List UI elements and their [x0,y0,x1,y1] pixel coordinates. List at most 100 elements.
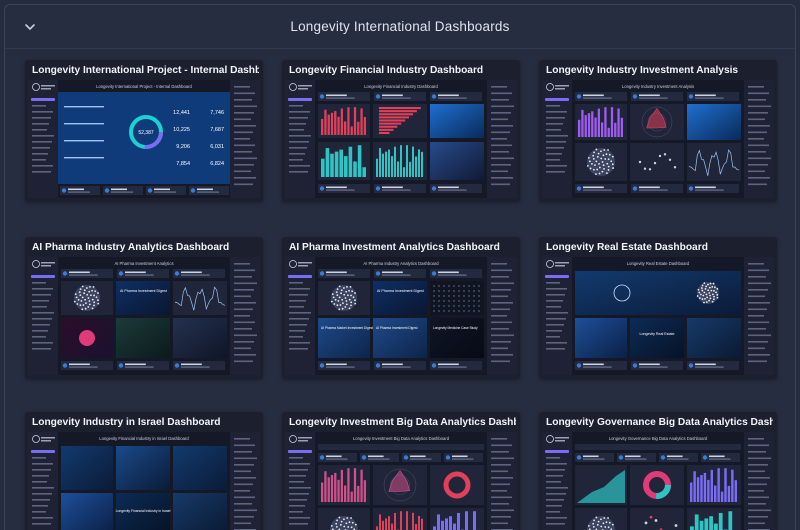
donut-card [430,465,484,505]
dashboard-card[interactable]: Longevity Financial Industry Dashboard Lo… [282,60,520,202]
grid-dot [458,305,460,307]
kpi-box [631,184,683,193]
rightbar-item [491,282,514,285]
rightbar-item [234,105,257,108]
digest-panel [373,318,427,358]
dashboard-thumbnail[interactable]: Longevity Financial Industry Dashboard [285,80,517,198]
kpi-icon [118,271,124,276]
dashboard-thumbnail[interactable]: AI Pharma Investment Analytics AI Pharma … [28,257,260,375]
sidebar-item [289,282,303,284]
globe-dot [600,157,603,160]
dashboard-card[interactable]: Longevity Real Estate Dashboard Longevity… [539,237,777,379]
sidebar-active-item [545,275,569,278]
sidebar-item [289,153,305,155]
dashboard-card[interactable]: Longevity International Project - Intern… [25,60,263,202]
dashboard-card[interactable]: Longevity Investment Big Data Analytics … [282,412,520,530]
rightbar-item [748,308,767,311]
globe-dot [93,304,95,307]
bar [418,149,420,177]
dashboard-thumbnail[interactable]: Longevity International Project - Intern… [28,80,260,198]
dashboard-thumbnail[interactable]: Longevity Governance Big Data Analytics … [542,432,774,530]
grid-dot [473,305,475,307]
kpi-text [382,94,403,97]
rightbar-item [748,170,765,173]
sidebar-item [546,330,562,332]
rightbar-item [748,464,768,466]
bar [421,518,423,530]
dashboard-thumbnail[interactable]: AI Pharma Industry Analytics Dashboard AI… [285,257,517,375]
bar [441,520,444,530]
kpi-icon [702,455,708,460]
globe-dot [601,161,604,163]
kpi-text [326,455,342,458]
kpi-icon [174,363,180,368]
israel-title: Longevity Financial Industry in Israel [116,509,171,513]
bar [465,511,468,530]
kpi-box [318,92,370,101]
bar [330,112,334,135]
dashboard-thumbnail[interactable]: Longevity Real Estate Dashboard Longevity… [542,257,774,375]
globe-dot [347,294,349,297]
rightbar-item [234,360,253,363]
grid-dot [458,310,460,312]
kpi-text [438,274,467,276]
globe-dot [596,168,599,171]
bar [406,511,408,530]
rightbar-item [748,92,769,95]
rightbar-item [748,86,764,88]
globe-dot [348,307,351,310]
globe-dot [97,292,99,294]
kpi-text [438,97,467,99]
rightbar-item [491,92,512,95]
kpi-box [318,269,370,278]
bar [699,520,704,530]
dashboard-card[interactable]: Longevity Governance Big Data Analytics … [539,412,777,530]
globe-dot [588,160,591,163]
sidebar-item [32,330,48,332]
rightbar-item [234,170,251,173]
kpi-value: 12,441 [173,110,190,116]
kpi-icon [104,188,110,193]
grid-dot [448,310,450,312]
kpi-icon [576,94,582,99]
rightbar-item [234,341,254,343]
dashboard-thumbnail[interactable]: Longevity Financial Industry in Israel D… [28,432,260,530]
bar [693,471,696,502]
rightbar-item [491,131,510,134]
bar [594,117,597,137]
kpi-text [410,458,432,460]
kpi-text [695,366,724,368]
grid-dot [448,290,450,292]
kpi-text [181,363,202,366]
thumb-sidebar [285,80,315,198]
bar [363,480,366,502]
rightbar-item [234,347,251,350]
bar [587,113,591,137]
globe-dot [607,158,610,161]
globe-dot [607,517,609,519]
sidebar-item [289,318,309,320]
globe-dot [594,173,597,176]
globe-dot [343,518,345,521]
map-panel [116,446,170,490]
dashboard-card[interactable]: Longevity Industry Investment Analysis Lo… [539,60,777,202]
sidebar-item [546,342,567,344]
case-study-panel [430,318,484,358]
globe-dot [332,296,335,299]
rightbar-item [748,302,770,304]
dashboard-thumbnail[interactable]: Longevity Industry Investment Analysis [542,80,774,198]
thumb-sidebar [542,257,572,375]
dashboard-card[interactable]: AI Pharma Industry Analytics Dashboard AI… [25,237,263,379]
dashboard-card[interactable]: Longevity Industry in Israel Dashboard Lo… [25,412,263,530]
globe-dot [595,160,598,163]
grid-dot [443,300,445,302]
bar [591,111,594,137]
grid-dot [438,300,440,302]
dashboard-thumbnail[interactable]: Longevity Investment Big Data Analytics … [285,432,517,530]
city-panel [173,493,227,530]
dashboard-card[interactable]: AI Pharma Investment Analytics Dashboard… [282,237,520,379]
sidebar-item [289,159,303,161]
kpi-icon [319,455,325,460]
logo-text [41,440,51,442]
globe-dot [336,304,339,307]
